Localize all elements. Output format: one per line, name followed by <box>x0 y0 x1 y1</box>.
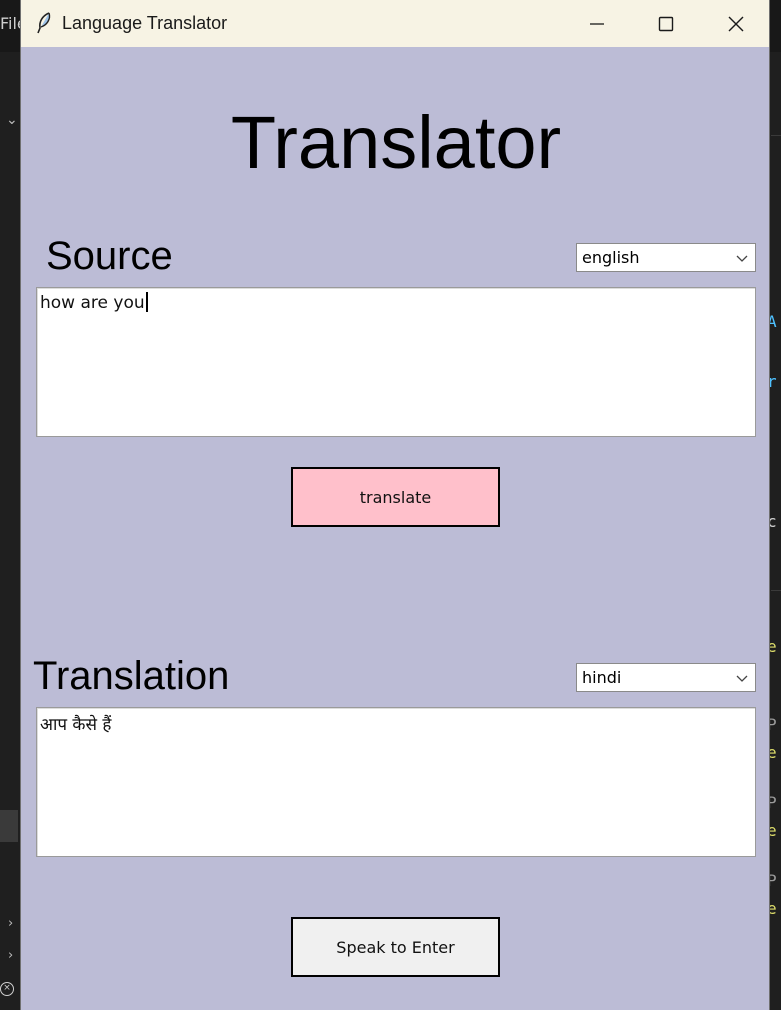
text-caret <box>145 292 148 312</box>
source-text: how are you <box>40 293 145 313</box>
chevron-down-icon[interactable]: ⌄ <box>6 112 18 128</box>
minimize-button[interactable] <box>562 0 632 47</box>
chevron-down-icon <box>736 255 748 262</box>
title-bar[interactable]: Language Translator <box>21 0 769 47</box>
speak-to-enter-button[interactable]: Speak to Enter <box>291 917 500 977</box>
window-title: Language Translator <box>62 13 228 33</box>
translate-button[interactable]: translate <box>291 467 500 527</box>
target-language-select[interactable]: hindi <box>576 663 756 692</box>
editor-side-highlight <box>0 810 18 842</box>
feather-icon <box>35 12 53 34</box>
source-language-select[interactable]: english <box>576 243 756 272</box>
source-label: Source <box>46 234 173 278</box>
editor-divider <box>771 135 781 136</box>
translation-text: आप कैसे हैं <box>40 715 112 735</box>
chevron-right-icon[interactable]: › <box>8 916 13 931</box>
translation-text-output[interactable]: आप कैसे हैं <box>36 707 756 857</box>
chevron-down-icon <box>736 675 748 682</box>
minimize-icon <box>590 22 604 25</box>
translator-window: Language Translator Translator Source en… <box>20 0 770 1010</box>
translation-label: Translation <box>33 654 230 698</box>
close-circle-icon[interactable]: × <box>0 982 14 996</box>
page-title: Translator <box>230 101 562 184</box>
maximize-button[interactable] <box>631 0 701 47</box>
target-language-value: hindi <box>582 668 622 687</box>
editor-divider <box>771 590 781 591</box>
close-icon <box>728 16 744 31</box>
chevron-right-icon[interactable]: › <box>8 948 13 963</box>
source-text-input[interactable]: how are you <box>36 287 756 437</box>
close-button[interactable] <box>701 0 771 47</box>
source-language-value: english <box>582 248 640 267</box>
maximize-icon <box>658 16 674 31</box>
